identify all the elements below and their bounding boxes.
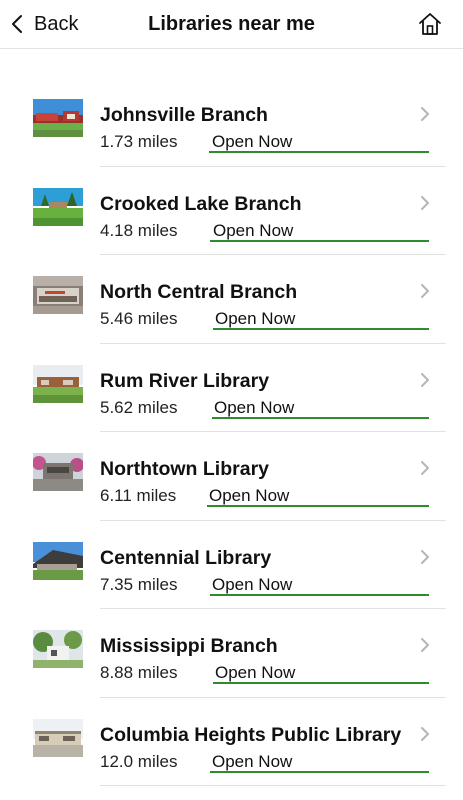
library-row-north-central[interactable]: North Central Branch 5.46 miles Open Now: [0, 255, 463, 344]
library-distance: 7.35 miles: [100, 574, 178, 594]
open-status: Open Now: [215, 663, 296, 682]
open-status-underline: [207, 505, 429, 507]
library-name: Crooked Lake Branch: [100, 192, 302, 215]
open-status-underline: [210, 770, 429, 773]
library-thumbnail: [33, 630, 83, 668]
open-status: Open Now: [212, 132, 293, 151]
open-status-underline: [213, 682, 429, 684]
library-thumbnail: [33, 541, 83, 580]
open-status: Open Now: [212, 574, 293, 594]
open-status-underline: [212, 416, 429, 419]
chevron-right-icon: [421, 549, 429, 564]
library-name: Northtown Library: [100, 458, 269, 480]
open-status: Open Now: [215, 309, 296, 328]
library-thumbnail: [33, 187, 83, 226]
library-name: Johnsville Branch: [100, 104, 268, 126]
library-thumbnail: [33, 276, 83, 314]
open-status: Open Now: [213, 220, 294, 240]
library-name: Columbia Heights Public Library: [100, 723, 402, 746]
library-list: Johnsville Branch 1.73 miles Open Now Cr…: [0, 78, 463, 786]
navigation-bar: Back Libraries near me: [0, 0, 463, 49]
library-thumbnail: [33, 453, 83, 491]
library-thumbnail: [33, 364, 83, 403]
library-row-johnsville[interactable]: Johnsville Branch 1.73 miles Open Now: [0, 78, 463, 167]
library-distance: 5.62 miles: [100, 397, 178, 417]
library-row-crooked-lake[interactable]: Crooked Lake Branch 4.18 miles Open Now: [0, 167, 463, 255]
library-thumbnail: [33, 718, 83, 757]
library-distance: 4.18 miles: [100, 220, 178, 240]
library-distance: 8.88 miles: [100, 663, 178, 682]
open-status-underline: [210, 239, 429, 242]
open-status: Open Now: [209, 486, 290, 505]
chevron-right-icon: [421, 461, 429, 475]
library-row-northtown[interactable]: Northtown Library 6.11 miles Open Now: [0, 432, 463, 521]
row-separator: [100, 785, 446, 786]
page-title: Libraries near me: [148, 13, 315, 35]
library-name: North Central Branch: [100, 281, 298, 303]
open-status: Open Now: [214, 397, 295, 417]
chevron-right-icon: [421, 638, 429, 652]
library-row-centennial[interactable]: Centennial Library 7.35 miles Open Now: [0, 521, 463, 609]
open-status-underline: [213, 328, 429, 330]
library-name: Rum River Library: [100, 369, 270, 392]
library-distance: 12.0 miles: [100, 751, 178, 771]
chevron-right-icon: [421, 726, 429, 741]
library-distance: 5.46 miles: [100, 309, 178, 328]
chevron-right-icon: [421, 372, 429, 387]
chevron-right-icon: [421, 195, 429, 210]
library-row-rum-river[interactable]: Rum River Library 5.62 miles Open Now: [0, 344, 463, 432]
library-row-mississippi[interactable]: Mississippi Branch 8.88 miles Open Now: [0, 609, 463, 698]
chevron-right-icon: [421, 107, 429, 121]
library-distance: 1.73 miles: [100, 132, 178, 151]
library-row-columbia-heights[interactable]: Columbia Heights Public Library 12.0 mil…: [0, 698, 463, 786]
open-status: Open Now: [212, 751, 293, 771]
library-thumbnail: [33, 99, 83, 137]
library-name: Mississippi Branch: [100, 635, 278, 657]
open-status-underline: [210, 593, 429, 596]
library-distance: 6.11 miles: [100, 486, 177, 505]
home-icon[interactable]: [417, 11, 443, 37]
library-name: Centennial Library: [100, 546, 272, 569]
chevron-right-icon: [421, 284, 429, 298]
open-status-underline: [209, 151, 429, 153]
